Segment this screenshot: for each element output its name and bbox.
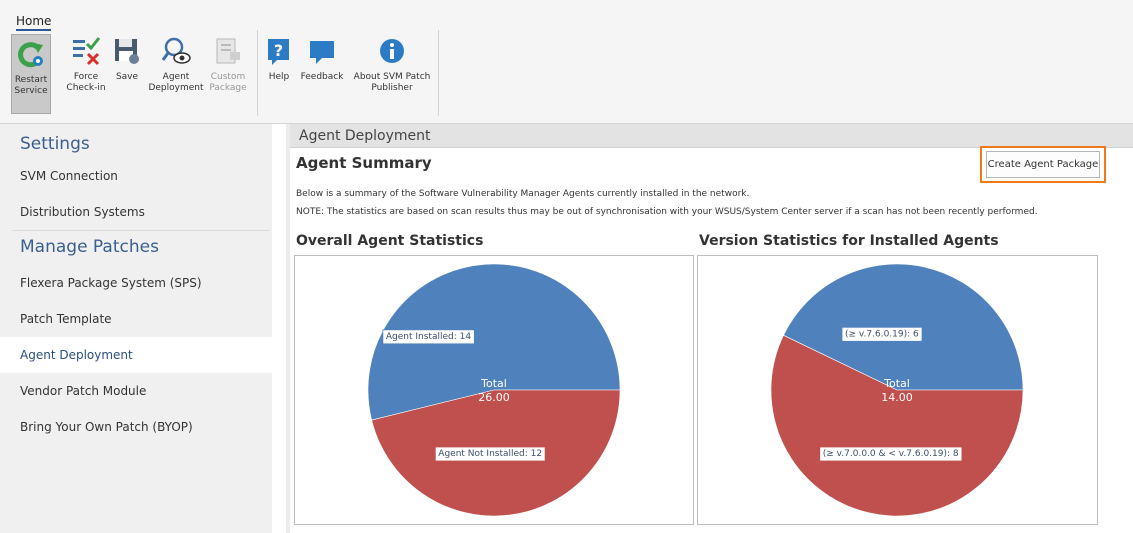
pie-total-label: Total <box>883 377 910 390</box>
slice-label-2: (≥ v.7.0.0.0 & < v.7.6.0.19): 8 <box>819 446 963 462</box>
version-chart-title: Version Statistics for Installed Agents <box>699 233 999 249</box>
custom-package-button[interactable]: Custom Package <box>206 34 250 94</box>
checklist-icon <box>70 34 102 68</box>
ribbon: Home Restart Service Force Check-in Save… <box>0 0 1133 124</box>
summary-note: NOTE: The statistics are based on scan r… <box>296 207 1038 217</box>
help-button[interactable]: ? Help <box>264 34 294 83</box>
sidebar-item-svm-connection[interactable]: SVM Connection <box>0 158 272 194</box>
sidebar-item-agent-deployment[interactable]: Agent Deployment <box>0 337 272 373</box>
tab-home[interactable]: Home <box>16 14 52 31</box>
overall-chart-title: Overall Agent Statistics <box>296 233 484 249</box>
svg-text:(≥ v.7.6.0.19): 6: (≥ v.7.6.0.19): 6 <box>845 329 919 339</box>
force-check-in-button[interactable]: Force Check-in <box>66 34 106 94</box>
svg-text:?: ? <box>274 41 283 60</box>
slice-label-2: Agent Not Installed: 12 <box>434 446 546 462</box>
agent-search-icon <box>160 34 192 68</box>
summary-title: Agent Summary <box>296 154 432 172</box>
svg-text:Agent Installed: 14: Agent Installed: 14 <box>386 332 471 342</box>
svg-text:(≥ v.7.0.0.0 & < v.7.6.0.19):: (≥ v.7.0.0.0 & < v.7.6.0.19): 8 <box>823 449 959 459</box>
manage-patches-header: Manage Patches <box>20 237 159 257</box>
package-icon <box>212 34 244 68</box>
summary-description: Below is a summary of the Software Vulne… <box>296 189 750 199</box>
help-icon: ? <box>263 34 295 68</box>
save-icon <box>111 34 143 68</box>
svg-text:Agent Not Installed: 12: Agent Not Installed: 12 <box>438 449 542 459</box>
feedback-button[interactable]: Feedback <box>300 34 344 83</box>
restart-icon <box>15 37 47 71</box>
info-icon <box>376 34 408 68</box>
sidebar-item-byop[interactable]: Bring Your Own Patch (BYOP) <box>0 409 272 445</box>
pie-total-value: 26.00 <box>478 391 510 404</box>
restart-service-button[interactable]: Restart Service <box>11 34 51 114</box>
save-button[interactable]: Save <box>110 34 144 83</box>
sidebar-item-vendor-patch-module[interactable]: Vendor Patch Module <box>0 373 272 409</box>
ribbon-separator <box>438 30 439 116</box>
sidebar: Settings SVM Connection Distribution Sys… <box>0 124 272 533</box>
agent-deployment-button[interactable]: Agent Deployment <box>148 34 204 94</box>
sidebar-item-distribution-systems[interactable]: Distribution Systems <box>0 194 272 230</box>
about-button[interactable]: About SVM Patch Publisher <box>350 34 434 94</box>
feedback-icon <box>306 34 338 68</box>
sidebar-item-patch-template[interactable]: Patch Template <box>0 301 272 337</box>
overall-chart: Agent Installed: 14 Agent Not Installed: … <box>294 255 694 525</box>
overall-pie-svg: Agent Installed: 14 Agent Not Installed: … <box>367 263 621 517</box>
create-agent-package-button[interactable]: Create Agent Package <box>986 151 1100 178</box>
slice-label-1: (≥ v.7.6.0.19): 6 <box>841 326 923 342</box>
settings-header: Settings <box>20 134 90 154</box>
slice-label-1: Agent Installed: 14 <box>382 329 475 345</box>
ribbon-separator <box>257 30 258 116</box>
pie-total-label: Total <box>480 377 507 390</box>
sidebar-divider <box>12 230 270 231</box>
version-chart: (≥ v.7.6.0.19): 6 (≥ v.7.0.0.0 & < v.7.6.… <box>697 255 1098 525</box>
splitter[interactable] <box>286 124 290 533</box>
page-title: Agent Deployment <box>290 124 1133 148</box>
sidebar-item-flexera-package-system[interactable]: Flexera Package System (SPS) <box>0 265 272 301</box>
pie-total-value: 14.00 <box>881 391 913 404</box>
version-pie-svg: (≥ v.7.6.0.19): 6 (≥ v.7.0.0.0 & < v.7.6.… <box>770 263 1024 517</box>
